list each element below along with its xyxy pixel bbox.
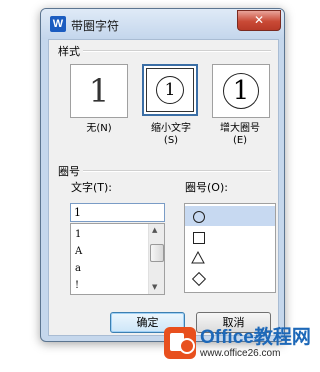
dialog-title: 带圈字符 [71,19,120,33]
enclosure-shape-list[interactable] [184,203,276,293]
square-icon [193,232,205,244]
style-option-enlarge-symbol[interactable]: 1 [212,64,270,118]
shape-item-circle[interactable] [185,206,275,226]
watermark-title: Office教程网 [200,326,311,348]
style-label-enlarge[interactable]: 增大圈号 (E) [207,123,273,147]
shape-item-triangle[interactable] [185,248,275,268]
style-preview-enlarge: 1 [223,73,259,109]
style-preview-shrink-digit: 1 [164,80,176,100]
scroll-thumb[interactable] [150,244,164,262]
office-logo-icon [164,327,196,359]
style-label-shrink-key: (S) [163,135,179,146]
style-section-label: 样式 [58,45,80,58]
diamond-icon [191,271,207,287]
char-item-4[interactable]: ! [75,280,79,291]
enclosure-section-label: 圈号 [58,165,80,178]
shape-field-label: 圈号(O): [185,181,228,194]
style-preview-shrink: 1 [156,76,184,104]
shape-item-diamond[interactable] [185,269,275,289]
style-label-shrink-text: 缩小文字 [151,123,191,134]
style-label-shrink[interactable]: 缩小文字 (S) [138,123,204,147]
enclosure-divider [83,170,271,172]
style-label-none[interactable]: 无(N) [70,123,128,135]
char-item-3[interactable]: a [75,263,81,274]
watermark-url: www.office26.com [200,347,281,359]
shape-item-square[interactable] [185,227,275,247]
scroll-down-arrow-icon[interactable]: ▼ [152,283,157,291]
title-bar[interactable]: W 带圈字符 ✕ [41,9,284,39]
character-list-scrollbar[interactable]: ▲ ▼ [148,224,164,294]
text-input[interactable]: 1 [70,203,165,222]
style-label-enlarge-key: (E) [232,135,248,146]
char-item-2[interactable]: A [75,246,82,257]
scroll-up-arrow-icon[interactable]: ▲ [152,226,157,234]
style-option-shrink-text[interactable]: 1 [142,64,198,116]
style-preview-enlarge-digit: 1 [232,76,250,106]
wps-writer-icon: W [50,16,66,32]
close-button[interactable]: ✕ [237,10,281,31]
enclose-characters-dialog: W 带圈字符 ✕ 样式 1 1 1 无(N) 缩小文字 (S) 增大圈号 (E) [40,8,285,342]
character-list[interactable]: 1 A a ! ▲ ▼ [70,223,165,295]
office26-watermark: Office教程网 www.office26.com [164,321,312,365]
triangle-icon [191,251,205,264]
text-field-label: 文字(T): [71,181,113,194]
char-item-1[interactable]: 1 [75,229,81,240]
style-preview-none: 1 [88,72,110,110]
circle-icon [193,211,205,223]
style-label-enlarge-text: 增大圈号 [220,123,260,134]
style-option-none[interactable]: 1 [70,64,128,118]
style-divider [83,50,271,52]
